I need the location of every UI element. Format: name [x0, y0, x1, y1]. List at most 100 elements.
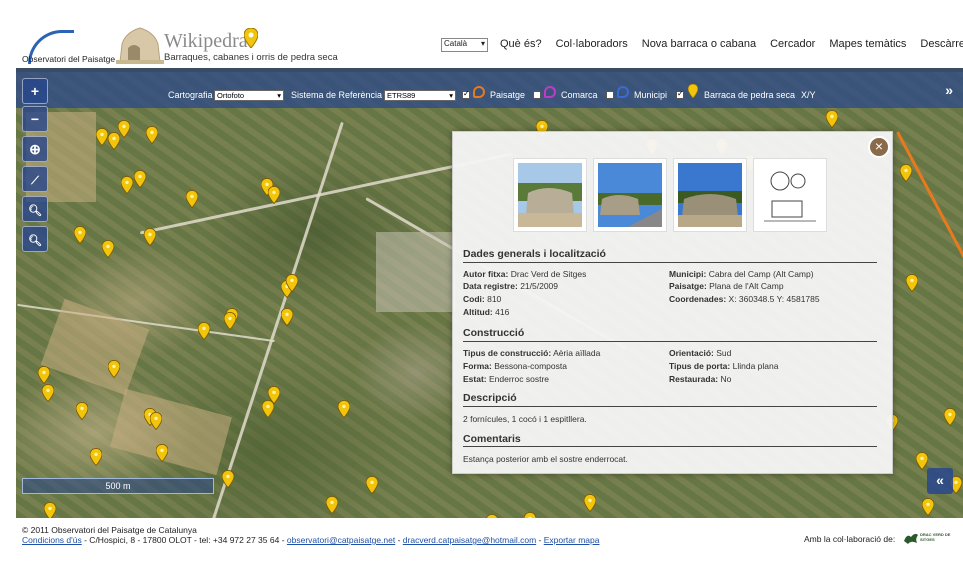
barraca-marker-icon[interactable]: [108, 360, 120, 378]
map-toolbar: Cartografia Ortofoto ▾ Sistema de Referèn…: [16, 72, 963, 108]
layer-municipi-checkbox[interactable]: [606, 91, 614, 99]
layer-comarca-checkbox[interactable]: [533, 91, 541, 99]
barraca-marker-icon[interactable]: [186, 190, 198, 208]
photo-thumbnail-3[interactable]: [673, 158, 747, 232]
collaboration-text: Amb la col·laboració de:: [804, 534, 896, 544]
zoom-box-button[interactable]: 🔍︎: [22, 196, 48, 222]
barraca-marker-icon[interactable]: [156, 444, 168, 462]
layer-barraca-checkbox[interactable]: [676, 89, 684, 99]
hut-photo-icon: [678, 163, 742, 227]
barraca-marker-icon[interactable]: [150, 412, 162, 430]
close-popup-button[interactable]: ×: [868, 136, 890, 158]
barraca-marker-icon[interactable]: [268, 186, 280, 204]
zoom-extent-button[interactable]: 🔍︎: [22, 226, 48, 252]
altitude-field: Altitud: 416: [463, 307, 510, 317]
barraca-marker-icon[interactable]: [338, 400, 350, 418]
restored-field: Restaurada: No: [669, 374, 732, 384]
layer-municipi-label: Municipi: [634, 90, 668, 100]
barraca-marker-icon[interactable]: [826, 110, 838, 128]
cartography-select[interactable]: Ortofoto ▾: [214, 90, 284, 101]
nav-que-es[interactable]: Què és?: [500, 38, 542, 50]
barraca-marker-icon[interactable]: [38, 366, 50, 384]
barraca-marker-icon[interactable]: [76, 402, 88, 420]
barraca-marker-icon[interactable]: [44, 502, 56, 518]
barraca-marker-icon[interactable]: [198, 322, 210, 340]
barraca-marker-icon[interactable]: [42, 384, 54, 402]
nav-descarrega[interactable]: Descàrrega: [920, 38, 963, 50]
municipality-field: Municipi: Cabra del Camp (Alt Camp): [669, 269, 814, 279]
separator: -: [395, 535, 403, 545]
collapse-panel-button[interactable]: «: [927, 468, 953, 494]
landscape-boundary: [896, 131, 963, 292]
barraca-marker-icon[interactable]: [74, 226, 86, 244]
barraca-marker-icon[interactable]: [224, 312, 236, 330]
barraca-marker-icon[interactable]: [121, 176, 133, 194]
header: Observatori del Paisatge Wikipedra Barra…: [0, 0, 963, 68]
measure-line-icon: ⟋: [31, 175, 39, 187]
chevron-down-icon: ▾: [480, 39, 485, 48]
separator: -: [536, 535, 544, 545]
section-divider: [463, 406, 877, 407]
hut-photo-icon: [598, 163, 662, 227]
barraca-marker-icon[interactable]: [584, 494, 596, 512]
description-text: 2 fornícules, 1 cocó i 1 espitllera.: [463, 414, 587, 424]
barraca-marker-icon[interactable]: [134, 170, 146, 188]
cartography-value: Ortofoto: [217, 91, 245, 100]
author-field: Autor fitxa: Drac Verd de Sitges: [463, 269, 587, 279]
coordinates-toggle[interactable]: X/Y: [801, 90, 816, 100]
state-field: Estat: Enderroc sostre: [463, 374, 549, 384]
wikipedra-logo[interactable]: Wikipedra Barraques, cabanes i orris de …: [116, 22, 338, 66]
locate-button[interactable]: ⊕: [22, 136, 48, 162]
date-field: Data registre: 21/5/2009: [463, 281, 559, 291]
barraca-marker-icon[interactable]: [102, 240, 114, 258]
photo-thumbnail-1[interactable]: [513, 158, 587, 232]
barraca-marker-icon[interactable]: [144, 228, 156, 246]
zoom-out-button[interactable]: −: [22, 106, 48, 132]
barraca-marker-icon[interactable]: [922, 498, 934, 516]
coordinates-field: Coordenades: X: 360348.5 Y: 4581785: [669, 294, 820, 304]
terms-link[interactable]: Condicions d'ús: [22, 535, 82, 545]
photo-thumbnail-2[interactable]: [593, 158, 667, 232]
dracverd-email-link[interactable]: dracverd.catpaisatge@hotmail.com: [403, 535, 536, 545]
landscape-field: Paisatge: Plana de l'Alt Camp: [669, 281, 784, 291]
door-type-field: Tipus de porta: Llinda plana: [669, 361, 779, 371]
plan-drawing-thumbnail[interactable]: [753, 158, 827, 232]
nav-collaboradors[interactable]: Col·laboradors: [556, 38, 628, 50]
barraca-marker-icon[interactable]: [222, 470, 234, 488]
section-divider: [463, 262, 877, 263]
barraca-marker-icon[interactable]: [906, 274, 918, 292]
layer-paisatge-checkbox[interactable]: [462, 89, 470, 99]
language-select[interactable]: Català ▾: [441, 38, 488, 52]
zoom-in-button[interactable]: +: [22, 78, 48, 104]
barraca-marker-icon[interactable]: [281, 308, 293, 326]
drac-verd-logo-text: DRAC VERD DE SITGES: [920, 532, 951, 542]
nav-mapes-tematics[interactable]: Mapes temàtics: [829, 38, 906, 50]
barraca-marker-icon[interactable]: [944, 408, 956, 426]
expand-toolbar-icon[interactable]: »: [945, 82, 953, 98]
barraca-marker-icon[interactable]: [366, 476, 378, 494]
export-map-link[interactable]: Exportar mapa: [544, 535, 600, 545]
barraca-marker-icon[interactable]: [916, 452, 928, 470]
measure-button[interactable]: ⟋: [22, 166, 48, 192]
barraca-marker-icon[interactable]: [96, 128, 108, 146]
observatori-logo[interactable]: Observatori del Paisatge: [22, 30, 115, 66]
nav-nova-barraca[interactable]: Nova barraca o cabana: [642, 38, 756, 50]
stone-hut-icon: [116, 27, 164, 64]
reference-select[interactable]: ETRS89 ▾: [384, 90, 456, 101]
barraca-marker-icon[interactable]: [326, 496, 338, 514]
code-field: Codi: 810: [463, 294, 502, 304]
barraca-marker-icon[interactable]: [900, 164, 912, 182]
drac-verd-logo[interactable]: DRAC VERD DE SITGES: [903, 530, 953, 546]
observatori-email-link[interactable]: observatori@catpaisatge.net: [287, 535, 395, 545]
language-value: Català: [444, 39, 468, 48]
barraca-marker-icon[interactable]: [90, 448, 102, 466]
layer-comarca-label: Comarca: [561, 90, 598, 100]
comarca-layer-icon: [544, 86, 556, 98]
chevron-down-icon: ▾: [277, 91, 281, 100]
nav-cercador[interactable]: Cercador: [770, 38, 815, 50]
barraca-marker-icon[interactable]: [286, 274, 298, 292]
barraca-marker-icon[interactable]: [262, 400, 274, 418]
barraca-marker-icon[interactable]: [118, 120, 130, 138]
barraca-marker-icon[interactable]: [146, 126, 158, 144]
scale-bar: 500 m: [22, 478, 214, 494]
